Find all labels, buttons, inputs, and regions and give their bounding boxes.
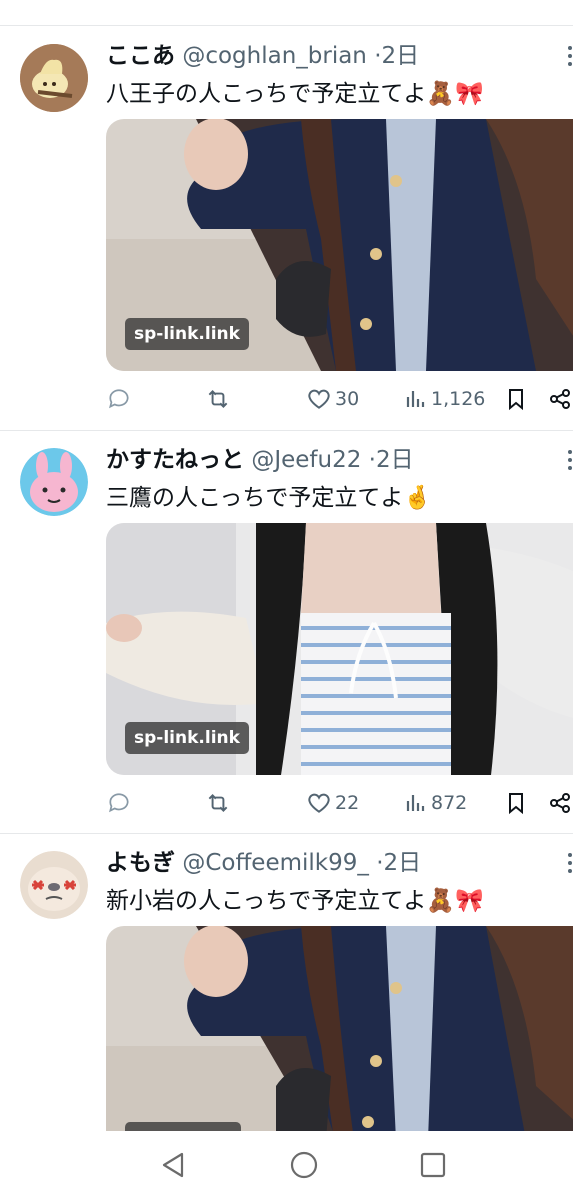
tweet-media-image[interactable]: sp-link.link <box>106 523 573 775</box>
user-handle[interactable]: @Jeefu22 <box>251 447 361 473</box>
like-count: 30 <box>335 388 360 410</box>
views-button[interactable]: 872 <box>404 787 467 819</box>
more-options-icon[interactable] <box>563 447 573 475</box>
action-bar: 22 872 <box>0 787 573 819</box>
tweet-3[interactable]: よもぎ @Coffeemilk99_ ·2日 新小岩の人こっちで予定立てよ🧸🎀 <box>0 834 573 1140</box>
timestamp[interactable]: 2日 <box>382 43 420 69</box>
reply-icon <box>109 793 129 813</box>
retweet-icon <box>208 794 228 812</box>
timestamp[interactable]: 2日 <box>384 850 422 876</box>
like-button[interactable]: 22 <box>306 787 359 819</box>
heart-icon <box>308 389 330 409</box>
tweet-2[interactable]: かすたねっと @Jeefu22 ·2日 三鷹の人こっちで予定立てよ🤞 sp-li… <box>0 431 573 834</box>
separator-dot: · <box>368 447 376 473</box>
share-button[interactable] <box>548 383 572 415</box>
tweet-header: よもぎ @Coffeemilk99_ ·2日 <box>106 848 566 878</box>
tweet-1[interactable]: ここあ @coghlan_brian ·2日 八王子の人こっちで予定立てよ🧸🎀 … <box>0 27 573 431</box>
more-options-icon[interactable] <box>563 850 573 878</box>
like-button[interactable]: 30 <box>306 383 359 415</box>
recents-square-icon[interactable] <box>417 1149 449 1181</box>
display-name[interactable]: かすたねっと <box>106 447 244 473</box>
user-handle[interactable]: @coghlan_brian <box>182 43 367 69</box>
link-domain-badge[interactable]: sp-link.link <box>125 722 249 754</box>
tweet-header: かすたねっと @Jeefu22 ·2日 <box>106 445 566 475</box>
tweet-header: ここあ @coghlan_brian ·2日 <box>106 41 566 71</box>
display-name[interactable]: ここあ <box>106 43 175 69</box>
bookmark-icon <box>509 793 523 815</box>
timestamp[interactable]: 2日 <box>376 447 414 473</box>
share-icon <box>550 389 570 409</box>
user-handle[interactable]: @Coffeemilk99_ <box>182 850 369 876</box>
tweet-text: 新小岩の人こっちで予定立てよ🧸🎀 <box>106 888 484 914</box>
retweet-button[interactable] <box>204 787 232 819</box>
view-count: 872 <box>431 792 468 814</box>
home-circle-icon[interactable] <box>288 1149 320 1181</box>
view-count: 1,126 <box>431 388 486 410</box>
avatar[interactable] <box>20 44 88 112</box>
action-bar: 30 1,126 <box>0 383 573 415</box>
bookmark-icon <box>509 389 523 411</box>
back-triangle-icon[interactable] <box>158 1149 190 1181</box>
avatar[interactable] <box>20 448 88 516</box>
tweet-media-image[interactable] <box>106 926 573 1140</box>
tweet-text: 八王子の人こっちで予定立てよ🧸🎀 <box>106 81 484 107</box>
heart-icon <box>308 793 330 813</box>
share-icon <box>550 793 570 813</box>
link-domain-badge[interactable]: sp-link.link <box>125 318 249 350</box>
avatar[interactable] <box>20 851 88 919</box>
navy-cardigan-photo <box>106 926 573 1140</box>
more-options-icon[interactable] <box>563 43 573 71</box>
reply-icon <box>109 389 129 409</box>
bookmark-button[interactable] <box>504 383 528 415</box>
reply-button[interactable] <box>106 383 132 415</box>
analytics-icon <box>406 391 425 407</box>
display-name[interactable]: よもぎ <box>106 850 175 876</box>
separator-dot: · <box>376 850 384 876</box>
retweet-icon <box>208 390 228 408</box>
top-divider <box>0 25 573 26</box>
like-count: 22 <box>335 792 360 814</box>
tweet-media-image[interactable]: sp-link.link <box>106 119 573 371</box>
separator-dot: · <box>374 43 382 69</box>
system-nav-bar <box>0 1131 573 1199</box>
retweet-button[interactable] <box>204 383 232 415</box>
analytics-icon <box>406 795 425 811</box>
tweet-text: 三鷹の人こっちで予定立てよ🤞 <box>106 485 433 511</box>
reply-button[interactable] <box>106 787 132 819</box>
bookmark-button[interactable] <box>504 787 528 819</box>
views-button[interactable]: 1,126 <box>404 383 485 415</box>
share-button[interactable] <box>548 787 572 819</box>
